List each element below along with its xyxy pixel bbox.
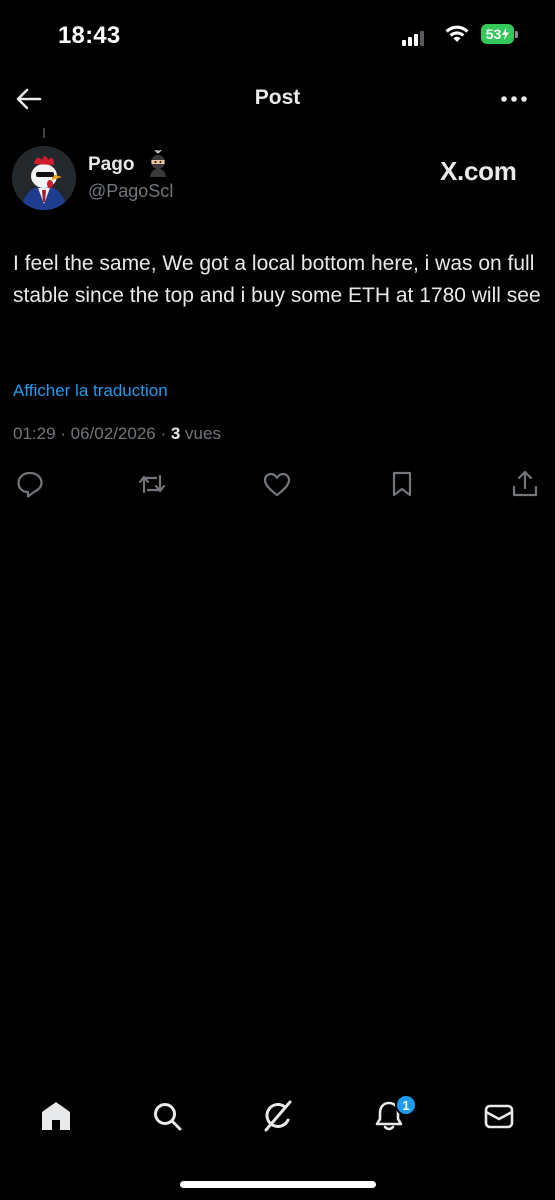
nav-search[interactable]	[149, 1098, 185, 1134]
status-time: 18:43	[58, 22, 121, 49]
home-icon	[42, 1102, 70, 1130]
notification-badge: 1	[395, 1094, 417, 1116]
post-timestamp: 01:29 · 06/02/2026 ·	[13, 424, 171, 443]
ninja-emoji-icon	[144, 150, 172, 178]
page-title: Post	[254, 86, 301, 109]
battery-cap	[515, 31, 518, 38]
nav-home[interactable]	[38, 1098, 74, 1134]
author-name[interactable]: Pago	[88, 154, 134, 176]
thread-connector-line	[43, 128, 45, 138]
status-indicators: 53	[402, 22, 522, 52]
avatar-rooster-icon	[12, 146, 76, 210]
share-icon	[512, 470, 538, 497]
reply-icon	[17, 471, 43, 498]
like-icon	[263, 472, 291, 497]
avatar[interactable]	[12, 146, 76, 210]
charging-bolt-icon	[502, 28, 510, 40]
more-icon	[501, 96, 527, 102]
more-options-button[interactable]	[496, 84, 532, 114]
home-indicator[interactable]	[180, 1181, 376, 1188]
battery-indicator: 53	[481, 24, 514, 44]
battery-level: 53	[485, 26, 502, 42]
nav-messages[interactable]	[481, 1098, 517, 1134]
like-button[interactable]	[261, 468, 293, 500]
repost-button[interactable]	[136, 468, 168, 500]
author-handle[interactable]: @PagoScl	[88, 181, 173, 202]
bookmark-button[interactable]	[386, 468, 418, 500]
nav-grok[interactable]	[260, 1098, 296, 1134]
views-label: vues	[180, 424, 221, 443]
messages-icon	[484, 1104, 514, 1129]
post-meta: 01:29 · 06/02/2026 · 3 vues	[13, 424, 221, 444]
wifi-icon	[444, 24, 470, 44]
share-button[interactable]	[509, 468, 541, 500]
grok-icon	[264, 1100, 292, 1132]
post-text: I feel the same, We got a local bottom h…	[13, 252, 541, 307]
source-label: X.com	[440, 156, 517, 186]
views-count: 3	[170, 424, 181, 443]
repost-icon	[138, 474, 166, 494]
bookmark-icon	[392, 471, 412, 497]
search-icon	[154, 1103, 182, 1131]
show-translation-link[interactable]: Afficher la traduction	[13, 381, 168, 401]
reply-button[interactable]	[14, 468, 46, 500]
